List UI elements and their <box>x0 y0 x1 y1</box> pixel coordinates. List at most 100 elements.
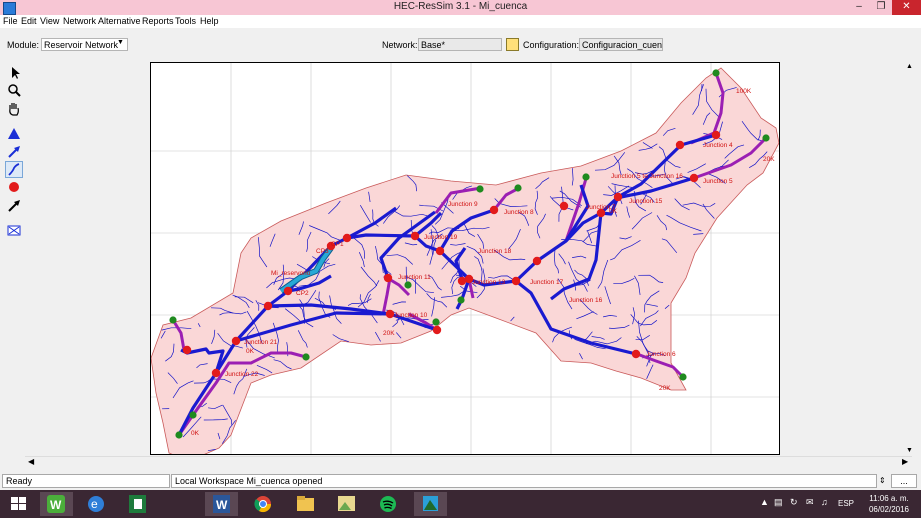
junction-node[interactable] <box>532 256 542 266</box>
map-label-cp1: CP1 <box>331 241 344 248</box>
network-field[interactable]: Base* <box>418 38 502 51</box>
terminal-node[interactable] <box>404 281 412 289</box>
menu-reports[interactable]: Reports <box>142 16 174 26</box>
menu-edit[interactable]: Edit <box>21 16 37 26</box>
junction-node[interactable] <box>675 140 685 150</box>
chrome-icon[interactable] <box>247 492 280 516</box>
junction-node[interactable] <box>689 173 699 183</box>
junction-node[interactable] <box>457 276 467 286</box>
terminal-node[interactable] <box>582 173 590 181</box>
tray-notification-icon[interactable]: ✉ <box>806 497 814 508</box>
spotify-icon[interactable] <box>372 492 405 516</box>
tray-network-icon[interactable]: ▤ <box>774 497 783 508</box>
clock-time[interactable]: 11:06 a. m. <box>864 494 914 503</box>
maximize-button[interactable]: ❐ <box>870 0 892 15</box>
junction-node[interactable] <box>511 276 521 286</box>
junction-node[interactable] <box>263 301 273 311</box>
menu-tools[interactable]: Tools <box>175 16 196 26</box>
svg-text:W: W <box>50 498 62 512</box>
status-more-button[interactable]: ... <box>891 474 917 488</box>
junction-node[interactable] <box>631 349 641 359</box>
status-ready: Ready <box>2 474 170 488</box>
map-label-junction_19: Junction 19 <box>424 234 458 241</box>
junction-node[interactable] <box>182 345 192 355</box>
chevron-down-icon[interactable]: ▼ <box>117 39 124 46</box>
edge-browser-icon[interactable]: e <box>80 492 113 516</box>
wps-writer-icon[interactable]: W <box>40 492 73 516</box>
reservoir-triangle-icon[interactable] <box>5 125 23 142</box>
hec-ressim-icon[interactable] <box>414 492 447 516</box>
minimize-button[interactable]: – <box>848 0 870 15</box>
terminal-node[interactable] <box>169 316 177 324</box>
scroll-left-icon[interactable]: ◀ <box>28 457 34 466</box>
tray-chevron-icon[interactable]: ▲ <box>760 497 769 507</box>
word-icon[interactable]: W <box>205 492 238 516</box>
terminal-node[interactable] <box>476 185 484 193</box>
horizontal-scrollbar[interactable] <box>25 456 912 469</box>
junction-node[interactable] <box>711 130 721 140</box>
junction-node[interactable] <box>613 192 623 202</box>
map-label-junction_11: Junction 11 <box>398 274 431 281</box>
lock-icon[interactable] <box>506 38 519 51</box>
watershed-map[interactable]: Junction 4Junction 5Junction 6Junction 7… <box>151 63 780 455</box>
terminal-node[interactable] <box>712 69 720 77</box>
vertical-scrollbar[interactable] <box>904 62 916 456</box>
tray-volume-icon[interactable]: ♫ <box>821 497 828 507</box>
network-map-canvas[interactable]: Junction 4 Junction 5 Junction 6 Junction 7… <box>150 62 780 455</box>
junction-node[interactable] <box>489 205 499 215</box>
terminal-node[interactable] <box>514 184 522 192</box>
scroll-up-icon[interactable]: ▲ <box>906 63 913 70</box>
junction-node[interactable] <box>435 246 445 256</box>
map-label-junction_18: Junction 18 <box>478 248 512 255</box>
terminal-node[interactable] <box>432 318 440 326</box>
windows-start-icon[interactable] <box>2 492 35 516</box>
junction-node[interactable] <box>559 201 569 211</box>
junction-node[interactable] <box>410 231 420 241</box>
zoom-icon[interactable] <box>5 82 23 99</box>
excel-icon[interactable] <box>121 492 154 516</box>
junction-circle-icon[interactable] <box>5 179 23 196</box>
status-scroll-icon[interactable]: ⇕ <box>879 476 886 485</box>
map-label-junction_22: Junction 22 <box>225 371 259 378</box>
junction-node[interactable] <box>385 309 395 319</box>
computation-point-icon[interactable] <box>5 222 23 239</box>
terminal-node[interactable] <box>175 431 183 439</box>
menu-help[interactable]: Help <box>200 16 219 26</box>
scroll-down-icon[interactable]: ▼ <box>906 447 913 454</box>
terminal-node[interactable] <box>189 411 197 419</box>
junction-node[interactable] <box>383 273 393 283</box>
terminal-node[interactable] <box>457 296 465 304</box>
junction-node[interactable] <box>231 336 241 346</box>
menu-view[interactable]: View <box>40 16 59 26</box>
menu-network[interactable]: Network <box>63 16 96 26</box>
close-button[interactable]: ✕ <box>892 0 921 15</box>
clock-date[interactable]: 06/02/2016 <box>864 505 914 514</box>
reach-arrow-icon[interactable] <box>5 143 23 160</box>
scroll-right-icon[interactable]: ▶ <box>902 457 908 466</box>
module-select[interactable]: Reservoir Network <box>41 38 128 51</box>
menu-file[interactable]: File <box>3 16 18 26</box>
terminal-node[interactable] <box>679 373 687 381</box>
map-label-loc_0k_b: 0K <box>246 348 255 355</box>
junction-node[interactable] <box>211 368 221 378</box>
junction-node[interactable] <box>283 286 293 296</box>
junction-node[interactable] <box>342 233 352 243</box>
terminal-node[interactable] <box>302 353 310 361</box>
menu-alternative[interactable]: Alternative <box>98 16 141 26</box>
diversion-arrow-icon[interactable] <box>5 197 23 214</box>
photos-icon[interactable] <box>330 492 363 516</box>
map-label-loc_20k_c: 20K <box>383 330 395 337</box>
terminal-node[interactable] <box>762 134 770 142</box>
configuration-field[interactable]: Configuracion_cuenca <box>579 38 663 51</box>
map-label-junction_9: Junction 9 <box>448 201 478 208</box>
map-label-junction_8: Junction 8 <box>504 209 534 216</box>
tray-sync-icon[interactable]: ↻ <box>790 497 798 508</box>
map-label-loc_20k_a: 20K <box>763 156 775 163</box>
map-label-loc_0k_c: 0K <box>609 208 618 215</box>
file-explorer-icon[interactable] <box>289 492 322 516</box>
junction-node[interactable] <box>432 325 442 335</box>
pan-hand-icon[interactable] <box>5 100 23 117</box>
language-indicator[interactable]: ESP <box>838 499 854 508</box>
select-arrow-icon[interactable] <box>5 64 23 81</box>
stream-tool-icon[interactable] <box>5 161 23 178</box>
